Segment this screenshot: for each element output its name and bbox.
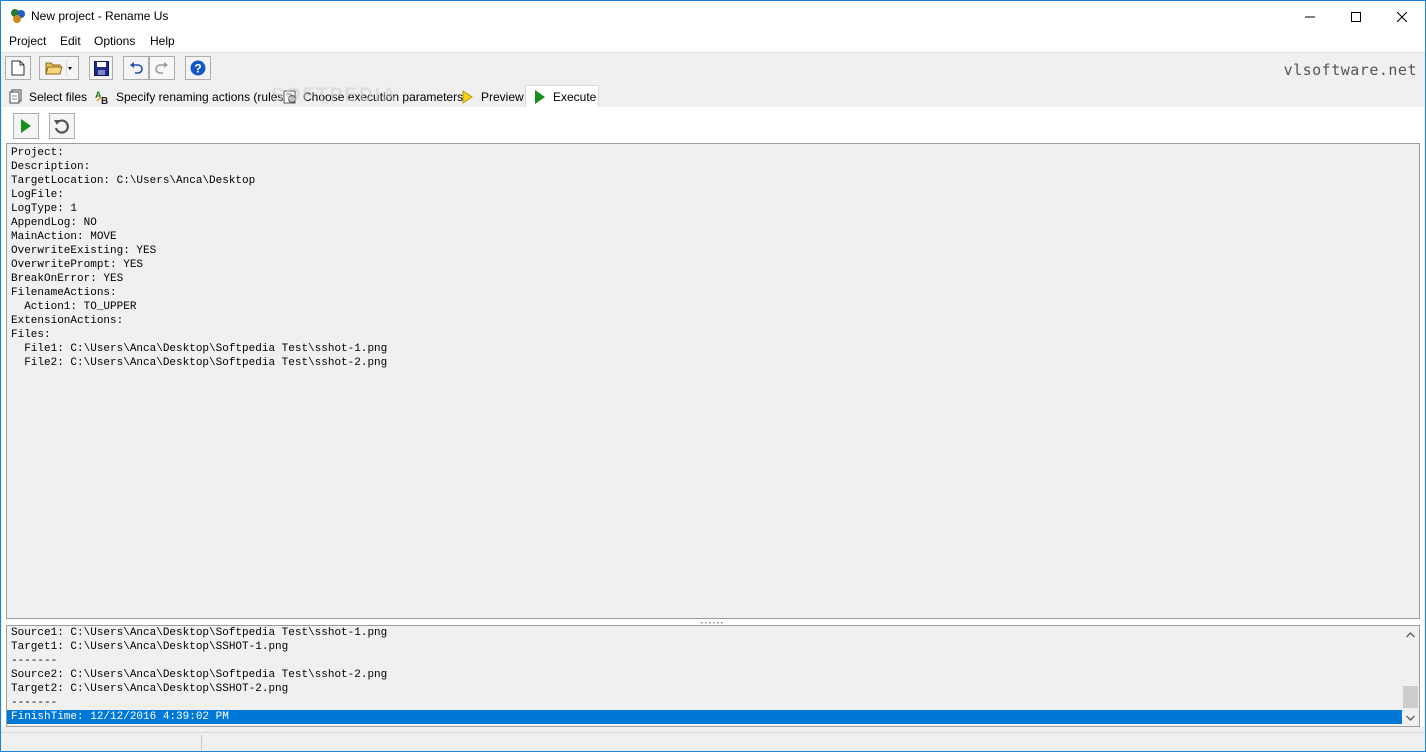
execute-pane: Project: Description: TargetLocation: C:\U… xyxy=(2,107,1424,727)
log-vertical-scrollbar[interactable] xyxy=(1402,626,1419,726)
summary-line: Description: xyxy=(11,161,91,173)
summary-line: FilenameActions: xyxy=(11,287,117,299)
close-button[interactable] xyxy=(1379,1,1425,32)
maximize-button[interactable] xyxy=(1333,1,1379,32)
svg-text:B: B xyxy=(101,96,108,105)
status-bar xyxy=(1,732,1425,751)
play-icon xyxy=(21,119,31,133)
execute-icon xyxy=(535,90,545,104)
summary-line: File1: C:\Users\Anca\Desktop\Softpedia T… xyxy=(11,343,388,355)
log-line[interactable]: Source1: C:\Users\Anca\Desktop\Softpedia… xyxy=(7,626,1403,640)
open-folder-icon xyxy=(44,62,63,75)
undo-renaming-button[interactable] xyxy=(49,113,75,139)
tab-preview[interactable]: Preview xyxy=(460,87,524,107)
minimize-icon xyxy=(1305,16,1315,17)
tab-label: Select files xyxy=(29,90,88,104)
log-line[interactable]: Target1: C:\Users\Anca\Desktop\SSHOT-1.p… xyxy=(7,640,1403,654)
redo-icon xyxy=(155,62,168,74)
menu-help[interactable]: Help xyxy=(148,34,177,48)
dropdown-arrow-icon xyxy=(65,61,72,75)
summary-line: LogType: 1 xyxy=(11,203,78,215)
redo-button[interactable] xyxy=(149,56,175,80)
maximize-icon xyxy=(1351,11,1361,22)
tab-label: Preview xyxy=(481,90,524,104)
summary-line: Action1: TO_UPPER xyxy=(11,301,137,313)
scroll-down-button[interactable] xyxy=(1402,709,1419,726)
save-disk-icon xyxy=(93,60,109,76)
window-title: New project - Rename Us xyxy=(31,9,169,23)
title-bar[interactable]: New project - Rename Us xyxy=(1,1,1425,32)
summary-line: BreakOnError: YES xyxy=(11,273,124,285)
menu-project[interactable]: Project xyxy=(7,34,48,48)
execution-log-list[interactable]: Source1: C:\Users\Anca\Desktop\Softpedia… xyxy=(6,625,1420,727)
summary-line: Project: xyxy=(11,147,64,159)
undo-icon xyxy=(130,62,143,74)
preview-icon xyxy=(462,90,473,104)
summary-line: TargetLocation: C:\Users\Anca\Desktop xyxy=(11,175,256,187)
menu-bar: Project Edit Options Help xyxy=(1,32,1425,52)
log-line[interactable]: Target2: C:\Users\Anca\Desktop\SSHOT-2.p… xyxy=(7,682,1403,696)
help-button[interactable]: ? xyxy=(185,56,211,80)
app-window: New project - Rename Us Project Edit Opt… xyxy=(0,0,1426,752)
save-project-button[interactable] xyxy=(89,56,113,80)
rename-us-app-icon xyxy=(11,9,25,23)
tab-execute[interactable]: Execute xyxy=(525,85,599,108)
summary-line: Files: xyxy=(11,329,51,341)
tab-label: Execute xyxy=(553,90,597,104)
summary-line: OverwriteExisting: YES xyxy=(11,245,157,257)
summary-line: OverwritePrompt: YES xyxy=(11,259,144,271)
summary-line: ExtensionActions: xyxy=(11,315,124,327)
tab-select-files[interactable]: Select files xyxy=(8,87,87,107)
tab-renaming-actions[interactable]: AB Specify renaming actions (rules) xyxy=(95,87,287,107)
log-line[interactable]: Source2: C:\Users\Anca\Desktop\Softpedia… xyxy=(7,668,1403,682)
splitter-grip-icon xyxy=(701,621,723,623)
summary-line: AppendLog: NO xyxy=(11,217,97,229)
log-line[interactable]: ------- xyxy=(7,654,1403,668)
summary-line: File2: C:\Users\Anca\Desktop\Softpedia T… xyxy=(11,357,388,369)
toolbar: ? vlsoftware.net xyxy=(1,52,1425,87)
wizard-tabs: Select files AB Specify renaming actions… xyxy=(1,85,1425,108)
status-separator xyxy=(201,735,202,750)
menu-options[interactable]: Options xyxy=(92,34,137,48)
log-lines: Source1: C:\Users\Anca\Desktop\Softpedia… xyxy=(7,626,1419,724)
vlsoftware-brand: vlsoftware.net xyxy=(1283,61,1417,79)
revert-icon xyxy=(54,119,69,134)
summary-line: MainAction: MOVE xyxy=(11,231,117,243)
log-line-selected[interactable]: FinishTime: 12/12/2016 4:39:02 PM xyxy=(7,710,1403,724)
project-summary-text[interactable]: Project: Description: TargetLocation: C:\U… xyxy=(6,143,1420,619)
minimize-button[interactable] xyxy=(1287,1,1333,32)
scroll-up-button[interactable] xyxy=(1402,626,1419,643)
new-document-icon xyxy=(11,60,25,76)
ab-rules-icon: AB xyxy=(95,90,108,105)
menu-edit[interactable]: Edit xyxy=(58,34,83,48)
chevron-down-icon xyxy=(1406,715,1415,721)
tab-label: Specify renaming actions (rules) xyxy=(116,90,288,104)
open-project-button[interactable] xyxy=(39,56,79,80)
close-icon xyxy=(1397,11,1407,22)
help-question-icon: ? xyxy=(190,60,206,76)
summary-line: LogFile: xyxy=(11,189,64,201)
svg-text:?: ? xyxy=(194,62,201,76)
softpedia-watermark: SOFTPEDIA xyxy=(271,85,398,106)
log-line[interactable]: ------- xyxy=(7,696,1403,710)
start-execution-button[interactable] xyxy=(13,113,39,139)
new-project-button[interactable] xyxy=(5,56,31,80)
undo-button[interactable] xyxy=(123,56,149,80)
files-icon xyxy=(9,89,22,104)
chevron-up-icon xyxy=(1406,631,1415,637)
scroll-thumb[interactable] xyxy=(1403,686,1418,708)
